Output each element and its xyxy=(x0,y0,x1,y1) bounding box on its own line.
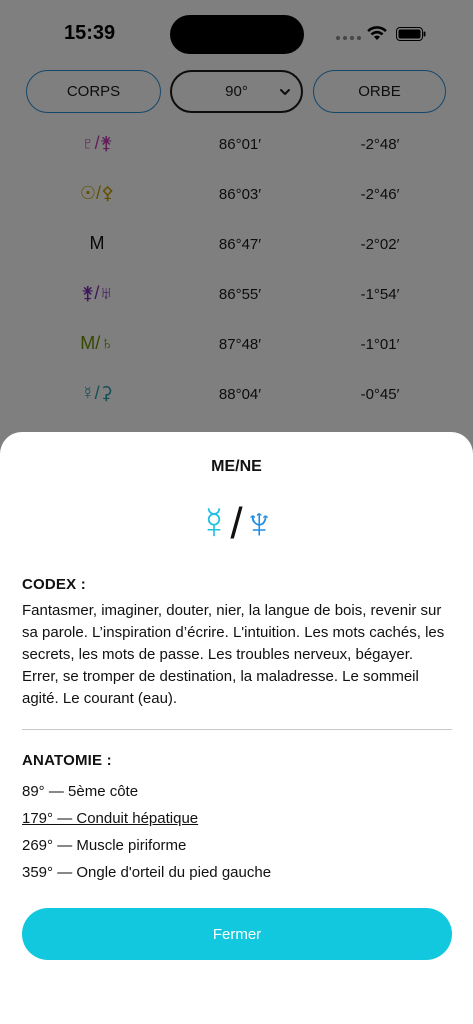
neptune-icon: ♆ xyxy=(242,499,276,548)
divider xyxy=(22,729,452,730)
mercury-icon: ☿ xyxy=(197,499,231,548)
anatomy-heading: ANATOMIE : xyxy=(22,752,112,769)
close-button-label: Fermer xyxy=(212,925,262,943)
anatomy-item: 269° — Muscle piriforme xyxy=(22,837,187,854)
codex-text: Fantasmer, imaginer, douter, nier, la la… xyxy=(22,602,445,707)
anatomy-item: 89° — 5ème côte xyxy=(22,783,139,800)
anatomy-item: 359° — Ongle d'orteil du pied gauche xyxy=(22,864,272,881)
anatomy-list: 89° — 5ème côte 179° — Conduit hépatique… xyxy=(22,778,452,886)
sheet-title: ME/NE xyxy=(211,458,262,475)
close-button[interactable]: Fermer xyxy=(22,908,452,960)
aspect-detail-sheet: ME/NE ☿/♆ CODEX : Fantasmer, imaginer, d… xyxy=(0,432,473,1024)
planet-pair-glyph: ☿/♆ xyxy=(0,500,473,548)
glyph-separator: / xyxy=(230,499,243,548)
codex-heading: CODEX : xyxy=(22,576,86,593)
anatomy-item-link[interactable]: 179° — Conduit hépatique xyxy=(22,805,452,832)
